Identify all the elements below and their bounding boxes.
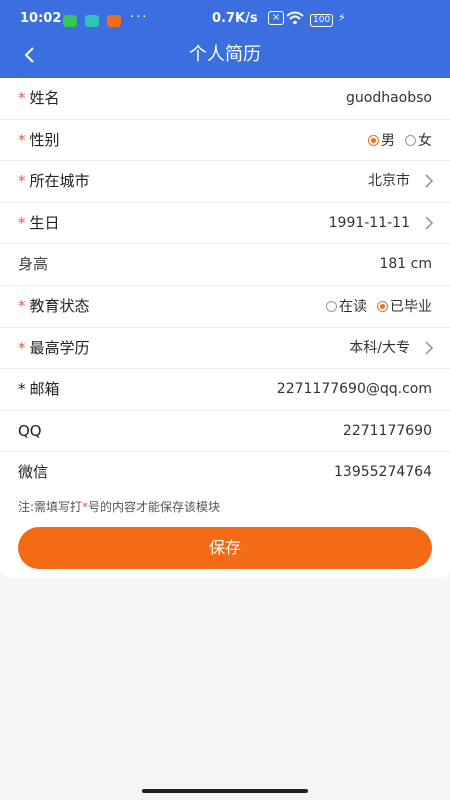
no-sim-icon: × bbox=[268, 11, 285, 25]
birthday-value: 1991-11-11 bbox=[328, 214, 410, 231]
note-suffix: 号的内容才能保存该模块 bbox=[88, 500, 221, 514]
gender-row: * 性别 男 女 bbox=[0, 120, 450, 162]
more-notifications-icon: ··· bbox=[130, 10, 149, 25]
resume-form: * 姓名 guodhaobso * 性别 男 女 * 所在城市 北京市 * 生日 199… bbox=[0, 78, 450, 494]
required-mark: * bbox=[18, 380, 26, 399]
qq-row[interactable]: QQ 2271177690 bbox=[0, 411, 450, 453]
wifi-icon bbox=[286, 11, 304, 29]
save-button[interactable]: 保存 bbox=[18, 527, 432, 569]
studying-radio[interactable]: 在读 bbox=[326, 296, 367, 316]
city-value: 北京市 bbox=[368, 173, 410, 190]
birthday-row[interactable]: * 生日 1991-11-11 bbox=[0, 203, 450, 245]
email-field[interactable]: 2271177690@qq.com bbox=[277, 369, 432, 410]
tool-notification-icon bbox=[85, 14, 100, 27]
wechat-field[interactable]: 13955274764 bbox=[334, 452, 432, 493]
required-note: 注:需填写打*号的内容才能保存该模块 bbox=[0, 494, 450, 516]
required-mark: * bbox=[18, 338, 26, 357]
radio-checked-icon bbox=[368, 134, 379, 146]
email-label: 邮箱 bbox=[29, 380, 60, 399]
status-time: 10:02 bbox=[20, 11, 62, 26]
page-title: 个人简历 bbox=[189, 44, 261, 65]
graduated-radio[interactable]: 已毕业 bbox=[377, 296, 432, 316]
network-speed: 0.7K/s bbox=[212, 11, 258, 26]
wechat-label: 微信 bbox=[18, 463, 49, 482]
wechat-row[interactable]: 微信 13955274764 bbox=[0, 452, 450, 494]
radio-unchecked-icon bbox=[405, 134, 416, 146]
degree-value: 本科/大专 bbox=[349, 339, 410, 356]
home-indicator[interactable] bbox=[142, 789, 308, 793]
qq-label: QQ bbox=[18, 421, 42, 440]
degree-label: 最高学历 bbox=[29, 338, 90, 357]
required-mark: * bbox=[18, 130, 26, 149]
education-status-row: * 教育状态 在读 已毕业 bbox=[0, 286, 450, 328]
mi-notification-icon bbox=[107, 14, 122, 27]
required-mark: * bbox=[18, 213, 26, 232]
required-mark: * bbox=[18, 172, 26, 191]
birthday-label: 生日 bbox=[29, 213, 60, 232]
radio-checked-icon bbox=[377, 300, 388, 312]
notification-icons bbox=[63, 13, 125, 28]
height-field[interactable]: 181 cm bbox=[379, 244, 432, 285]
app-header: 10:02 ··· 0.7K/s × 100 ⚡ 个人简历 bbox=[0, 0, 450, 78]
qq-field[interactable]: 2271177690 bbox=[343, 411, 432, 452]
gender-female-label: 女 bbox=[418, 133, 432, 150]
note-prefix: 注:需填写打 bbox=[18, 500, 83, 514]
radio-unchecked-icon bbox=[326, 300, 337, 312]
chevron-right-icon bbox=[425, 340, 434, 355]
education-status-radio-group: 在读 已毕业 bbox=[316, 286, 432, 327]
graduated-label: 已毕业 bbox=[390, 299, 432, 316]
studying-label: 在读 bbox=[339, 299, 367, 316]
gender-label: 性别 bbox=[29, 130, 60, 149]
name-row[interactable]: * 姓名 guodhaobso bbox=[0, 78, 450, 120]
degree-row[interactable]: * 最高学历 本科/大专 bbox=[0, 328, 450, 370]
name-field[interactable]: guodhaobso bbox=[346, 78, 432, 119]
name-label: 姓名 bbox=[29, 89, 60, 107]
chevron-right-icon bbox=[425, 174, 434, 188]
required-mark: * bbox=[18, 89, 26, 107]
city-row[interactable]: * 所在城市 北京市 bbox=[0, 161, 450, 203]
gender-male-radio[interactable]: 男 bbox=[368, 130, 395, 150]
gender-male-label: 男 bbox=[381, 133, 395, 150]
height-label: 身高 bbox=[18, 255, 49, 274]
status-bar: 10:02 ··· 0.7K/s × 100 ⚡ bbox=[0, 8, 450, 32]
email-row[interactable]: * 邮箱 2271177690@qq.com bbox=[0, 369, 450, 411]
gender-radio-group: 男 女 bbox=[358, 120, 432, 161]
required-mark: * bbox=[18, 296, 26, 315]
height-row[interactable]: 身高 181 cm bbox=[0, 244, 450, 286]
battery-icon: 100 bbox=[310, 14, 334, 27]
city-label: 所在城市 bbox=[29, 172, 90, 191]
gender-female-radio[interactable]: 女 bbox=[405, 130, 432, 150]
charging-icon: ⚡ bbox=[338, 11, 346, 24]
wechat-notification-icon bbox=[63, 14, 77, 27]
education-status-label: 教育状态 bbox=[29, 296, 90, 315]
chevron-right-icon bbox=[425, 216, 434, 230]
